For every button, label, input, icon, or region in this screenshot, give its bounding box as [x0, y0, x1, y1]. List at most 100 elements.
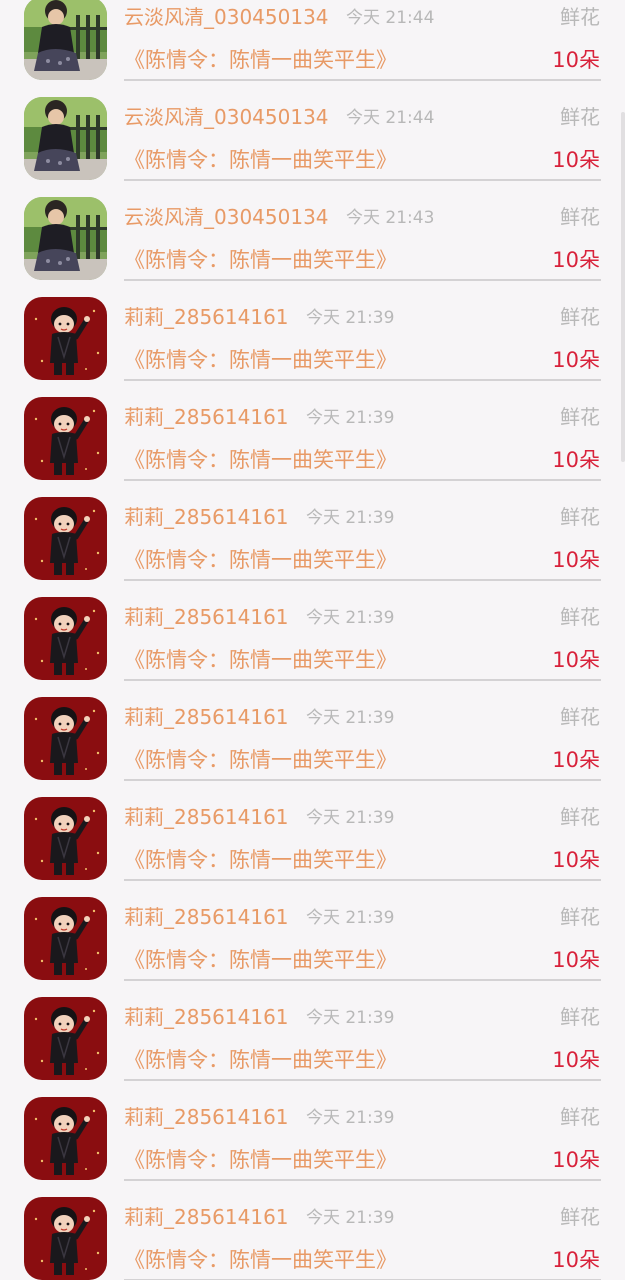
gift-count: 10朵	[552, 1048, 600, 1072]
gift-count: 10朵	[552, 748, 600, 772]
record-time: 今天 21:44	[346, 108, 435, 128]
book-title[interactable]: 《陈情令：陈情一曲笑平生》	[124, 147, 397, 173]
sender-name[interactable]: 云淡风清_030450134	[124, 205, 329, 229]
gift-record-row[interactable]: 莉莉_285614161 今天 21:39 鲜花 《陈情令：陈情一曲笑平生》 10朵	[0, 1097, 625, 1197]
sender-name[interactable]: 莉莉_285614161	[124, 405, 289, 429]
book-title[interactable]: 《陈情令：陈情一曲笑平生》	[124, 1147, 397, 1173]
gift-type-label: 鲜花	[560, 1105, 600, 1129]
gift-record-row[interactable]: 莉莉_285614161 今天 21:39 鲜花《陈情令：陈情一曲笑平生》 10朵	[0, 597, 625, 697]
gift-count: 10朵	[552, 1248, 600, 1272]
gift-record-row[interactable]: 莉莉_285614161 今天 21:39 鲜花《陈情令：陈情一曲笑平生》 10朵	[0, 997, 625, 1097]
row-divider	[124, 579, 601, 581]
gift-count: 10朵	[552, 448, 600, 472]
avatar-cartoon-icon[interactable]	[24, 797, 107, 880]
sender-name[interactable]: 莉莉_285614161	[124, 1205, 289, 1229]
gift-type-label: 鲜花	[560, 805, 600, 829]
sender-name[interactable]: 莉莉_285614161	[124, 805, 289, 829]
record-time: 今天 21:39	[306, 1208, 395, 1228]
gift-type-label: 鲜花	[560, 1205, 600, 1229]
avatar-kid-icon[interactable]	[24, 0, 107, 80]
row-divider	[124, 179, 601, 181]
record-time: 今天 21:39	[306, 908, 395, 928]
row-divider	[124, 779, 601, 781]
gift-type-label: 鲜花	[560, 905, 600, 929]
sender-name[interactable]: 云淡风清_030450134	[124, 5, 329, 29]
gift-record-row[interactable]: 莉莉_285614161 今天 21:39 鲜花 《陈情令：陈情一曲笑平生》 10朵	[0, 397, 625, 497]
record-time: 今天 21:39	[306, 508, 395, 528]
gift-count: 10朵	[552, 48, 600, 72]
record-time: 今天 21:44	[346, 8, 435, 28]
gift-count: 10朵	[552, 248, 600, 272]
avatar-cartoon-icon[interactable]	[24, 1097, 107, 1180]
record-time: 今天 21:39	[306, 1008, 395, 1028]
book-title[interactable]: 《陈情令：陈情一曲笑平生》	[124, 47, 397, 73]
sender-name[interactable]: 莉莉_285614161	[124, 505, 289, 529]
sender-name[interactable]: 云淡风清_030450134	[124, 105, 329, 129]
record-time: 今天 21:43	[346, 208, 435, 228]
gift-record-row[interactable]: 云淡风清_030450134 今天 21:44 鲜花《陈情令：陈情一曲笑平生》 10朵	[0, 97, 625, 197]
gift-type-label: 鲜花	[560, 105, 600, 129]
record-time: 今天 21:39	[306, 608, 395, 628]
avatar-cartoon-icon[interactable]	[24, 397, 107, 480]
record-time: 今天 21:39	[306, 808, 395, 828]
book-title[interactable]: 《陈情令：陈情一曲笑平生》	[124, 847, 397, 873]
gift-type-label: 鲜花	[560, 305, 600, 329]
gift-record-row[interactable]: 莉莉_285614161 今天 21:39 鲜花《陈情令：陈情一曲笑平生》 10朵	[0, 1197, 625, 1280]
book-title[interactable]: 《陈情令：陈情一曲笑平生》	[124, 447, 397, 473]
gift-type-label: 鲜花	[560, 1005, 600, 1029]
gift-count: 10朵	[552, 1148, 600, 1172]
book-title[interactable]: 《陈情令：陈情一曲笑平生》	[124, 547, 397, 573]
row-divider	[124, 879, 601, 881]
book-title[interactable]: 《陈情令：陈情一曲笑平生》	[124, 647, 397, 673]
avatar-cartoon-icon[interactable]	[24, 497, 107, 580]
row-divider	[124, 279, 601, 281]
sender-name[interactable]: 莉莉_285614161	[124, 905, 289, 929]
avatar-cartoon-icon[interactable]	[24, 897, 107, 980]
record-time: 今天 21:39	[306, 308, 395, 328]
sender-name[interactable]: 莉莉_285614161	[124, 1105, 289, 1129]
avatar-cartoon-icon[interactable]	[24, 597, 107, 680]
row-divider	[124, 979, 601, 981]
gift-record-row[interactable]: 莉莉_285614161 今天 21:39 鲜花《陈情令：陈情一曲笑平生》 10朵	[0, 797, 625, 897]
book-title[interactable]: 《陈情令：陈情一曲笑平生》	[124, 1047, 397, 1073]
gift-record-row[interactable]: 莉莉_285614161 今天 21:39 鲜花 《陈情令：陈情一曲笑平生》 10朵	[0, 497, 625, 597]
gift-type-label: 鲜花	[560, 5, 600, 29]
gift-record-row[interactable]: 莉莉_285614161 今天 21:39 鲜花《陈情令：陈情一曲笑平生》 10朵	[0, 297, 625, 397]
avatar-cartoon-icon[interactable]	[24, 997, 107, 1080]
book-title[interactable]: 《陈情令：陈情一曲笑平生》	[124, 747, 397, 773]
avatar-cartoon-icon[interactable]	[24, 697, 107, 780]
gift-record-list[interactable]: 云淡风清_030450134 今天 21:44 鲜花 《陈情令：陈情一曲笑平生》 10朵…	[0, 0, 625, 1280]
book-title[interactable]: 《陈情令：陈情一曲笑平生》	[124, 247, 397, 273]
gift-count: 10朵	[552, 348, 600, 372]
record-time: 今天 21:39	[306, 408, 395, 428]
gift-record-row[interactable]: 云淡风清_030450134 今天 21:43 鲜花《陈情令：陈情一曲笑平生》 10朵	[0, 197, 625, 297]
avatar-cartoon-icon[interactable]	[24, 297, 107, 380]
row-divider	[124, 1079, 601, 1081]
gift-count: 10朵	[552, 148, 600, 172]
avatar-kid-icon[interactable]	[24, 97, 107, 180]
row-divider	[124, 679, 601, 681]
gift-record-row[interactable]: 莉莉_285614161 今天 21:39 鲜花 《陈情令：陈情一曲笑平生》 10朵	[0, 697, 625, 797]
row-divider	[124, 379, 601, 381]
sender-name[interactable]: 莉莉_285614161	[124, 1005, 289, 1029]
row-divider	[124, 479, 601, 481]
gift-count: 10朵	[552, 948, 600, 972]
gift-count: 10朵	[552, 648, 600, 672]
gift-record-row[interactable]: 云淡风清_030450134 今天 21:44 鲜花《陈情令：陈情一曲笑平生》 10朵	[0, 0, 625, 97]
sender-name[interactable]: 莉莉_285614161	[124, 705, 289, 729]
book-title[interactable]: 《陈情令：陈情一曲笑平生》	[124, 1247, 397, 1273]
sender-name[interactable]: 莉莉_285614161	[124, 605, 289, 629]
avatar-kid-icon[interactable]	[24, 197, 107, 280]
row-divider	[124, 1179, 601, 1181]
sender-name[interactable]: 莉莉_285614161	[124, 305, 289, 329]
book-title[interactable]: 《陈情令：陈情一曲笑平生》	[124, 347, 397, 373]
avatar-cartoon-icon[interactable]	[24, 1197, 107, 1280]
gift-count: 10朵	[552, 848, 600, 872]
row-divider	[124, 79, 601, 81]
gift-record-row[interactable]: 莉莉_285614161 今天 21:39 鲜花《陈情令：陈情一曲笑平生》 10朵	[0, 897, 625, 997]
gift-type-label: 鲜花	[560, 605, 600, 629]
book-title[interactable]: 《陈情令：陈情一曲笑平生》	[124, 947, 397, 973]
record-time: 今天 21:39	[306, 708, 395, 728]
gift-count: 10朵	[552, 548, 600, 572]
gift-type-label: 鲜花	[560, 205, 600, 229]
